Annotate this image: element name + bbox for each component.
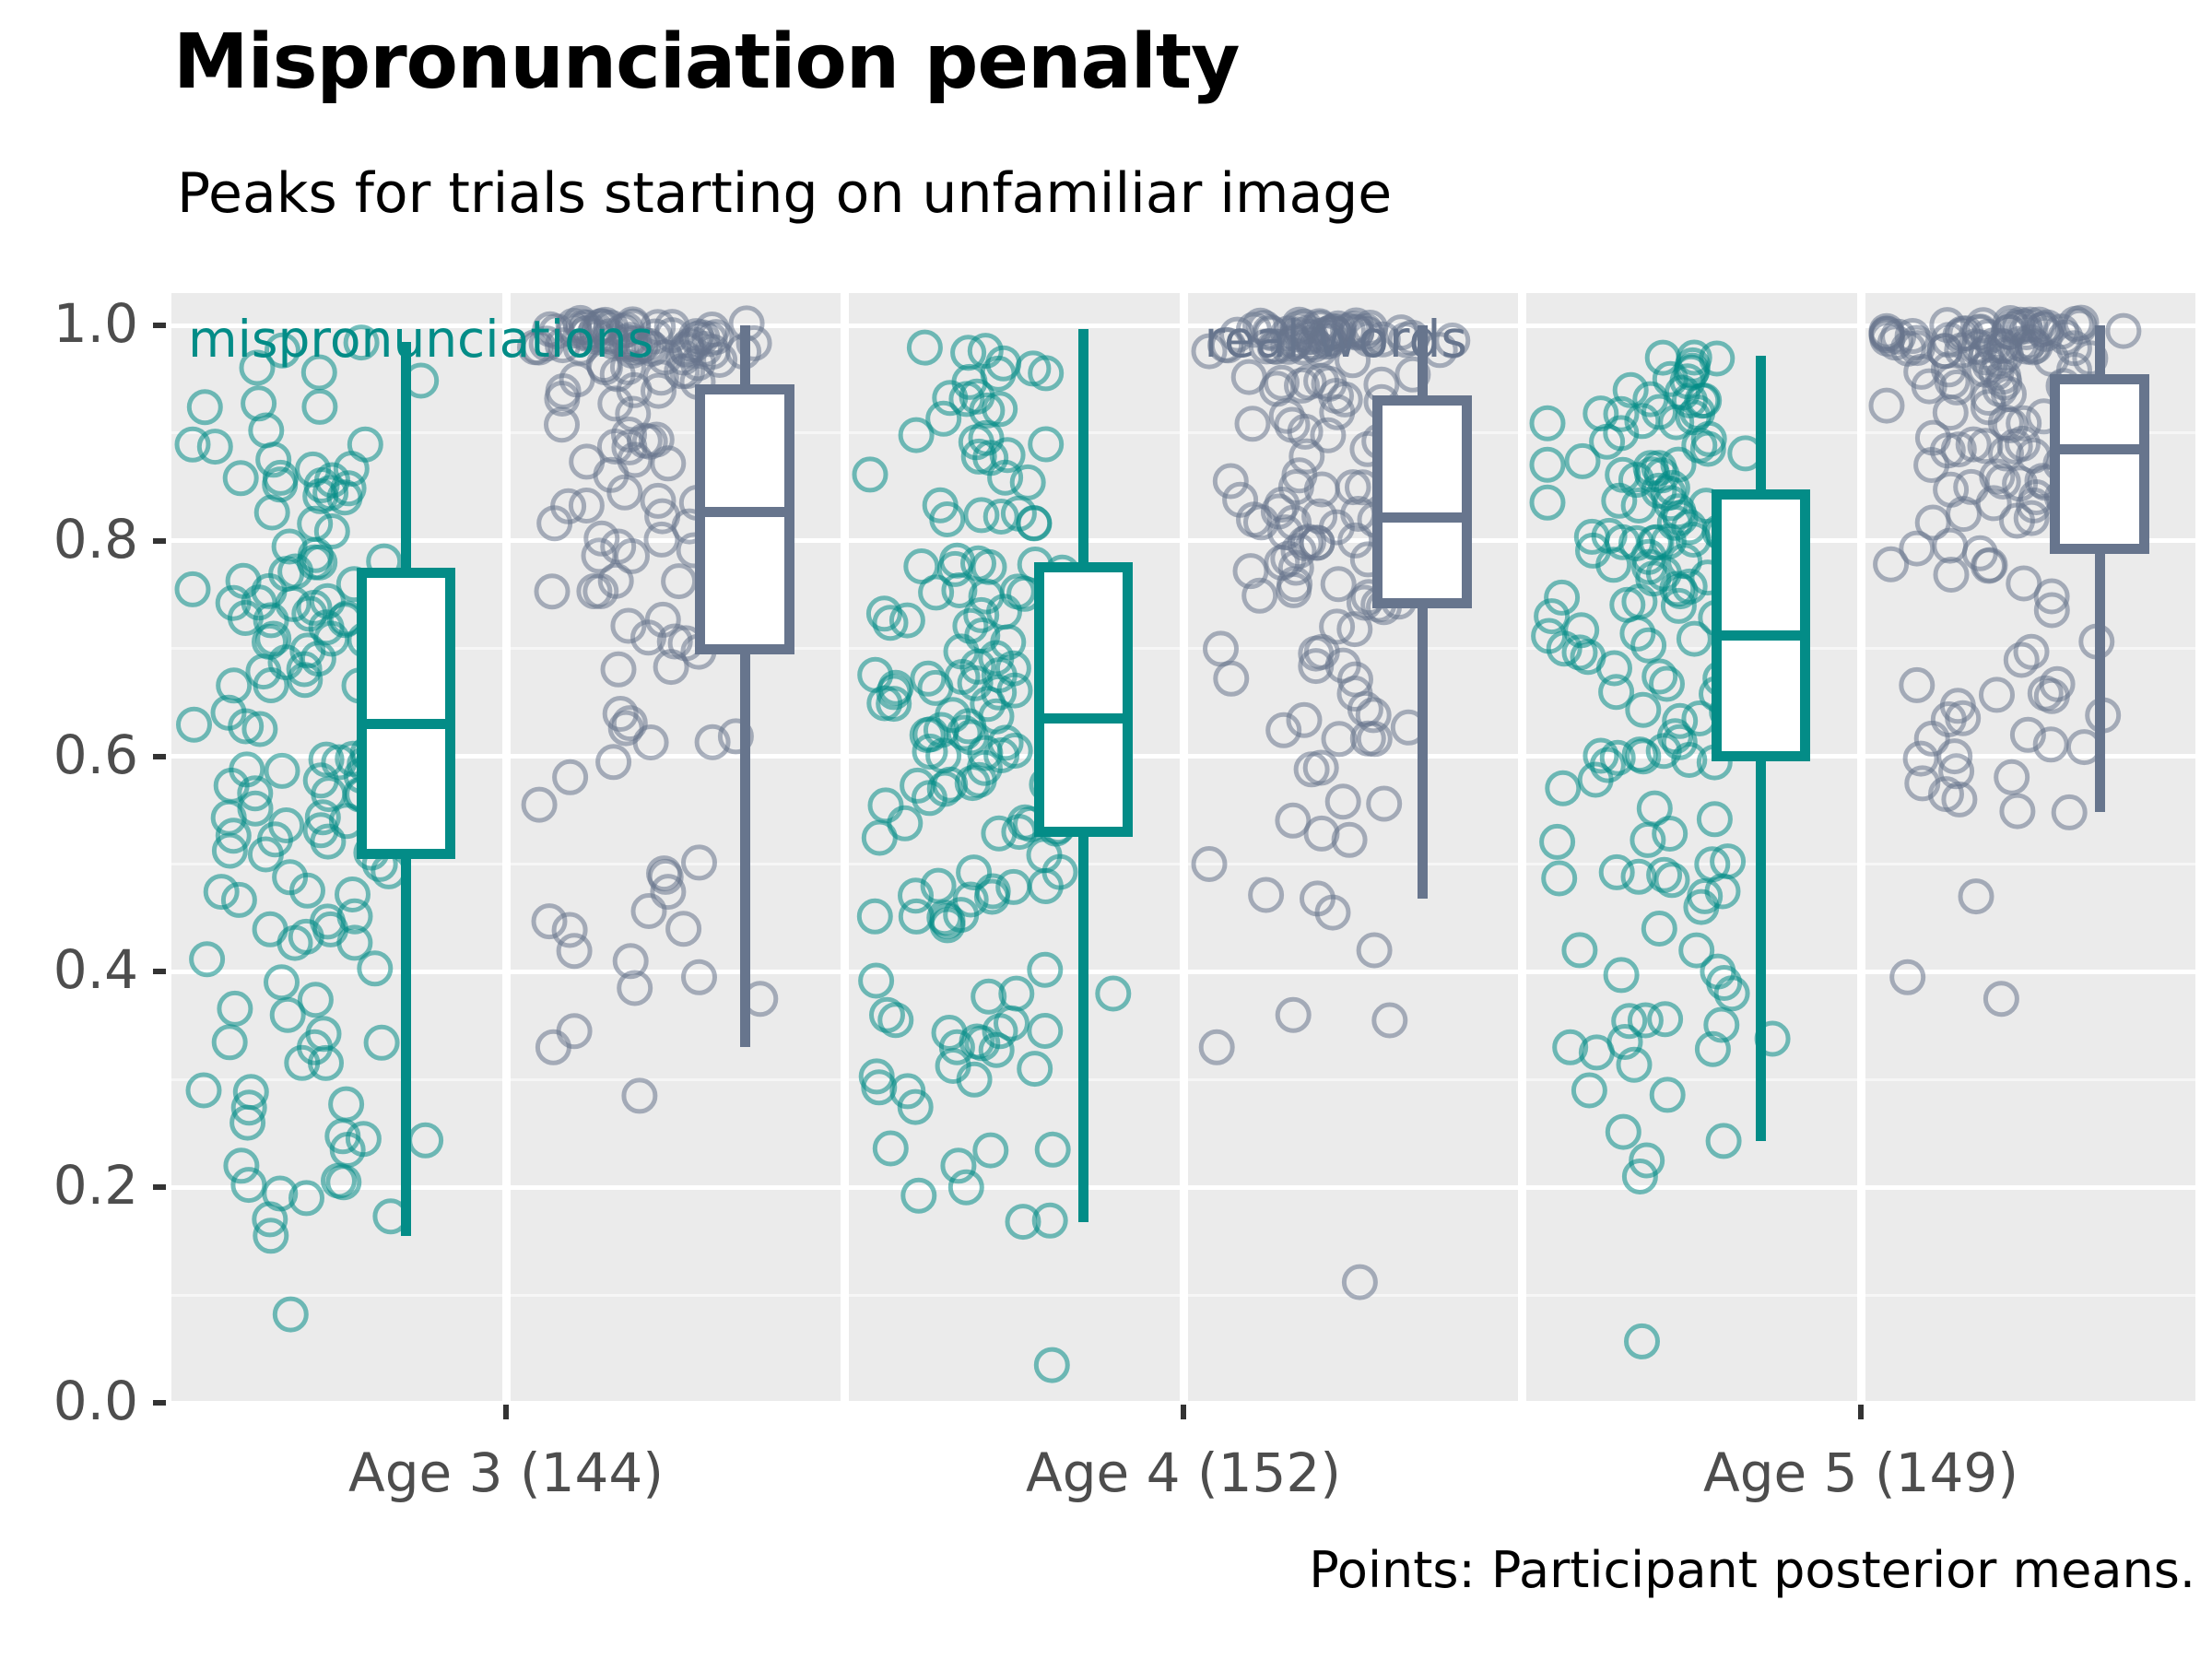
y-tick-mark bbox=[153, 323, 166, 329]
x-tick-mark bbox=[1181, 1405, 1186, 1419]
panel-real-words-age-3 bbox=[510, 293, 841, 1403]
boxplot-real-words-age-4-median bbox=[1372, 512, 1472, 523]
y-tick-mark bbox=[153, 1400, 166, 1406]
strip-label-real-words: real words bbox=[1204, 310, 1468, 369]
y-tick-mark bbox=[153, 969, 166, 975]
y-tick-mark bbox=[153, 753, 166, 759]
boxplot-mispronunciations-age-3-box bbox=[356, 568, 456, 859]
x-tick-label-age-3: Age 3 (144) bbox=[348, 1441, 664, 1504]
boxplot-mispronunciations-age-5-median bbox=[1711, 630, 1811, 641]
boxplot-real-words-age-3-box bbox=[695, 384, 794, 654]
chart-subtitle: Peaks for trials starting on unfamiliar … bbox=[177, 161, 1393, 226]
panel-mispronunciations-age-3 bbox=[171, 293, 502, 1403]
y-tick-label-0.8: 0.8 bbox=[53, 507, 138, 571]
x-tick-mark bbox=[503, 1405, 509, 1419]
y-tick-label-1.0: 1.0 bbox=[53, 292, 138, 356]
boxplot-real-words-age-4-box bbox=[1372, 395, 1472, 609]
boxplot-mispronunciations-age-4-box bbox=[1033, 562, 1134, 838]
plot-area: mispronunciations real words bbox=[171, 293, 2195, 1403]
panel-mispronunciations-age-4 bbox=[849, 293, 1180, 1403]
y-tick-mark bbox=[153, 537, 166, 544]
panel-real-words-age-4 bbox=[1187, 293, 1518, 1403]
x-tick-mark bbox=[1858, 1405, 1864, 1419]
boxplot-real-words-age-5-box bbox=[2050, 373, 2149, 554]
chart-title: Mispronunciation penalty bbox=[173, 18, 1241, 106]
panel-mispronunciations-age-5 bbox=[1526, 293, 1857, 1403]
chart-root: Mispronunciation penalty Peaks for trial… bbox=[0, 0, 2212, 1659]
point-cloud-mispronunciations-age-5 bbox=[1529, 339, 1791, 1359]
strip-label-mispronunciations: mispronunciations bbox=[188, 310, 654, 369]
boxplot-real-words-age-3-median bbox=[695, 506, 794, 517]
y-tick-label-0.2: 0.2 bbox=[53, 1154, 138, 1218]
boxplot-real-words-age-5-median bbox=[2050, 443, 2149, 454]
panel-real-words-age-5 bbox=[1865, 293, 2195, 1403]
y-tick-label-0.0: 0.0 bbox=[53, 1370, 138, 1432]
y-tick-mark bbox=[153, 1184, 166, 1191]
y-tick-label-0.4: 0.4 bbox=[53, 938, 138, 1002]
point-cloud-mispronunciations-age-4 bbox=[852, 329, 1132, 1383]
chart-caption: Points: Participant posterior means. bbox=[1309, 1541, 2195, 1599]
x-tick-label-age-4: Age 4 (152) bbox=[1026, 1441, 1341, 1504]
boxplot-mispronunciations-age-5-box bbox=[1711, 488, 1811, 762]
boxplot-mispronunciations-age-4-median bbox=[1033, 713, 1134, 724]
x-tick-label-age-5: Age 5 (149) bbox=[1703, 1441, 2018, 1504]
y-tick-label-0.6: 0.6 bbox=[53, 723, 138, 786]
boxplot-mispronunciations-age-3-median bbox=[356, 719, 456, 730]
